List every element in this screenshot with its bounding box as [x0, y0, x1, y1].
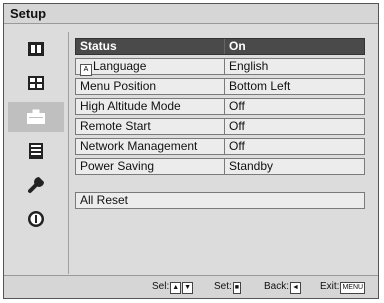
- setting-menu-position[interactable]: Menu Position Bottom Left: [75, 78, 365, 95]
- category-sidebar: [8, 34, 64, 274]
- category-installation[interactable]: [8, 170, 64, 200]
- down-arrow-key-icon: ▼: [182, 282, 194, 294]
- category-screen[interactable]: [8, 68, 64, 98]
- setting-value: Standby: [224, 159, 364, 174]
- setting-label: Menu Position: [80, 79, 157, 93]
- up-arrow-key-icon: ▲: [170, 282, 182, 294]
- picture-icon: [28, 42, 44, 56]
- category-setup[interactable]: [8, 102, 64, 132]
- setting-value: On: [224, 39, 364, 54]
- setting-language[interactable]: A Language English: [75, 58, 365, 76]
- category-menu[interactable]: [8, 136, 64, 166]
- category-information[interactable]: [8, 204, 64, 234]
- settings-panel: Status On A Language English Menu Positio…: [68, 32, 375, 274]
- enter-key-icon: ■: [232, 282, 242, 294]
- left-arrow-key-icon: ◄: [290, 282, 301, 294]
- screen-icon: [28, 76, 44, 90]
- setting-label: Status: [80, 39, 117, 53]
- setting-high-altitude-mode[interactable]: High Altitude Mode Off: [75, 98, 365, 115]
- setting-value: Off: [224, 139, 364, 154]
- setting-label: High Altitude Mode: [80, 99, 181, 113]
- setting-value: English: [224, 59, 364, 74]
- setting-status[interactable]: Status On: [75, 38, 365, 55]
- setting-label: Network Management: [80, 139, 198, 153]
- set-hint: Set: ■: [214, 281, 242, 294]
- exit-hint: Exit: MENU: [320, 281, 366, 294]
- setting-value: Off: [224, 99, 364, 114]
- setting-value: Bottom Left: [224, 79, 364, 94]
- back-hint: Back: ◄: [264, 281, 301, 294]
- all-reset-button[interactable]: All Reset: [75, 192, 365, 209]
- setting-label: Remote Start: [80, 119, 151, 133]
- information-icon: [28, 211, 44, 227]
- setting-network-management[interactable]: Network Management Off: [75, 138, 365, 155]
- language-icon: A: [80, 64, 92, 76]
- select-hint: Sel: ▲ ▼: [152, 281, 194, 294]
- setting-value: Off: [224, 119, 364, 134]
- setting-remote-start[interactable]: Remote Start Off: [75, 118, 365, 135]
- setting-label: Power Saving: [80, 159, 155, 173]
- wrench-icon: [28, 177, 44, 193]
- setting-label: Language: [93, 59, 147, 73]
- menu-icon: [29, 143, 43, 159]
- menu-title: Setup: [4, 4, 378, 24]
- category-picture[interactable]: [8, 34, 64, 64]
- setting-power-saving[interactable]: Power Saving Standby: [75, 158, 365, 175]
- setup-icon: [27, 109, 45, 124]
- menu-key-icon: MENU: [340, 282, 366, 294]
- status-bar: Sel: ▲ ▼ Set: ■ Back: ◄ Exit: MENU: [4, 275, 378, 298]
- setup-window: Setup Status On A Language English Menu …: [3, 3, 379, 299]
